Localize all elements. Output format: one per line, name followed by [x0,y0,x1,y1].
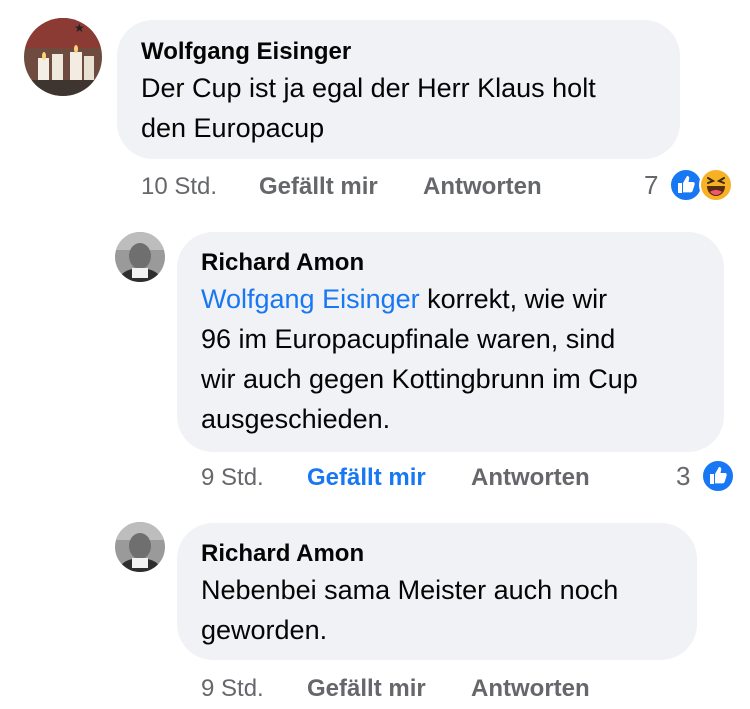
reply-button[interactable]: Antworten [471,675,590,703]
avatar-richard-amon[interactable] [115,522,165,572]
like-button[interactable]: Gefällt mir [307,675,426,703]
comment-text-line: den Europacup [141,113,325,143]
like-button-active[interactable]: Gefällt mir [307,464,426,492]
comment-text-line: wir auch gegen Kottingbrunn im Cup [201,364,638,394]
avatar-wolfgang-eisinger[interactable]: ★ [24,18,102,96]
svg-text:★: ★ [74,21,85,35]
comment-text-fragment: korrekt, wie wir [419,284,608,314]
comment-text-line: ausgeschieden. [201,404,391,434]
comment-text-line: 96 im Europacupfinale waren, sind [201,324,616,354]
comment-timestamp[interactable]: 10 Std. [141,173,217,201]
comment-text-line: Der Cup ist ja egal der Herr Klaus holt [141,73,596,103]
laugh-icon[interactable] [699,168,733,207]
reply-button[interactable]: Antworten [423,173,542,201]
comment-timestamp[interactable]: 9 Std. [201,675,264,703]
like-icon[interactable] [669,168,703,207]
like-icon[interactable] [701,459,735,498]
comment-author[interactable]: Wolfgang Eisinger [141,38,351,66]
avatar-richard-amon[interactable] [115,232,165,282]
reaction-count[interactable]: 3 [676,461,690,492]
reaction-count[interactable]: 7 [644,170,658,201]
comment-text-line: geworden. [201,615,328,645]
comment-timestamp[interactable]: 9 Std. [201,464,264,492]
reply-button[interactable]: Antworten [471,464,590,492]
comment-author[interactable]: Richard Amon [201,540,364,568]
comment-author[interactable]: Richard Amon [201,249,364,277]
comment-text-line: Nebenbei sama Meister auch noch [201,575,619,605]
mention-link[interactable]: Wolfgang Eisinger [201,284,420,314]
like-button[interactable]: Gefällt mir [259,173,378,201]
comment-text-line: Wolfgang Eisinger korrekt, wie wir [201,279,607,319]
